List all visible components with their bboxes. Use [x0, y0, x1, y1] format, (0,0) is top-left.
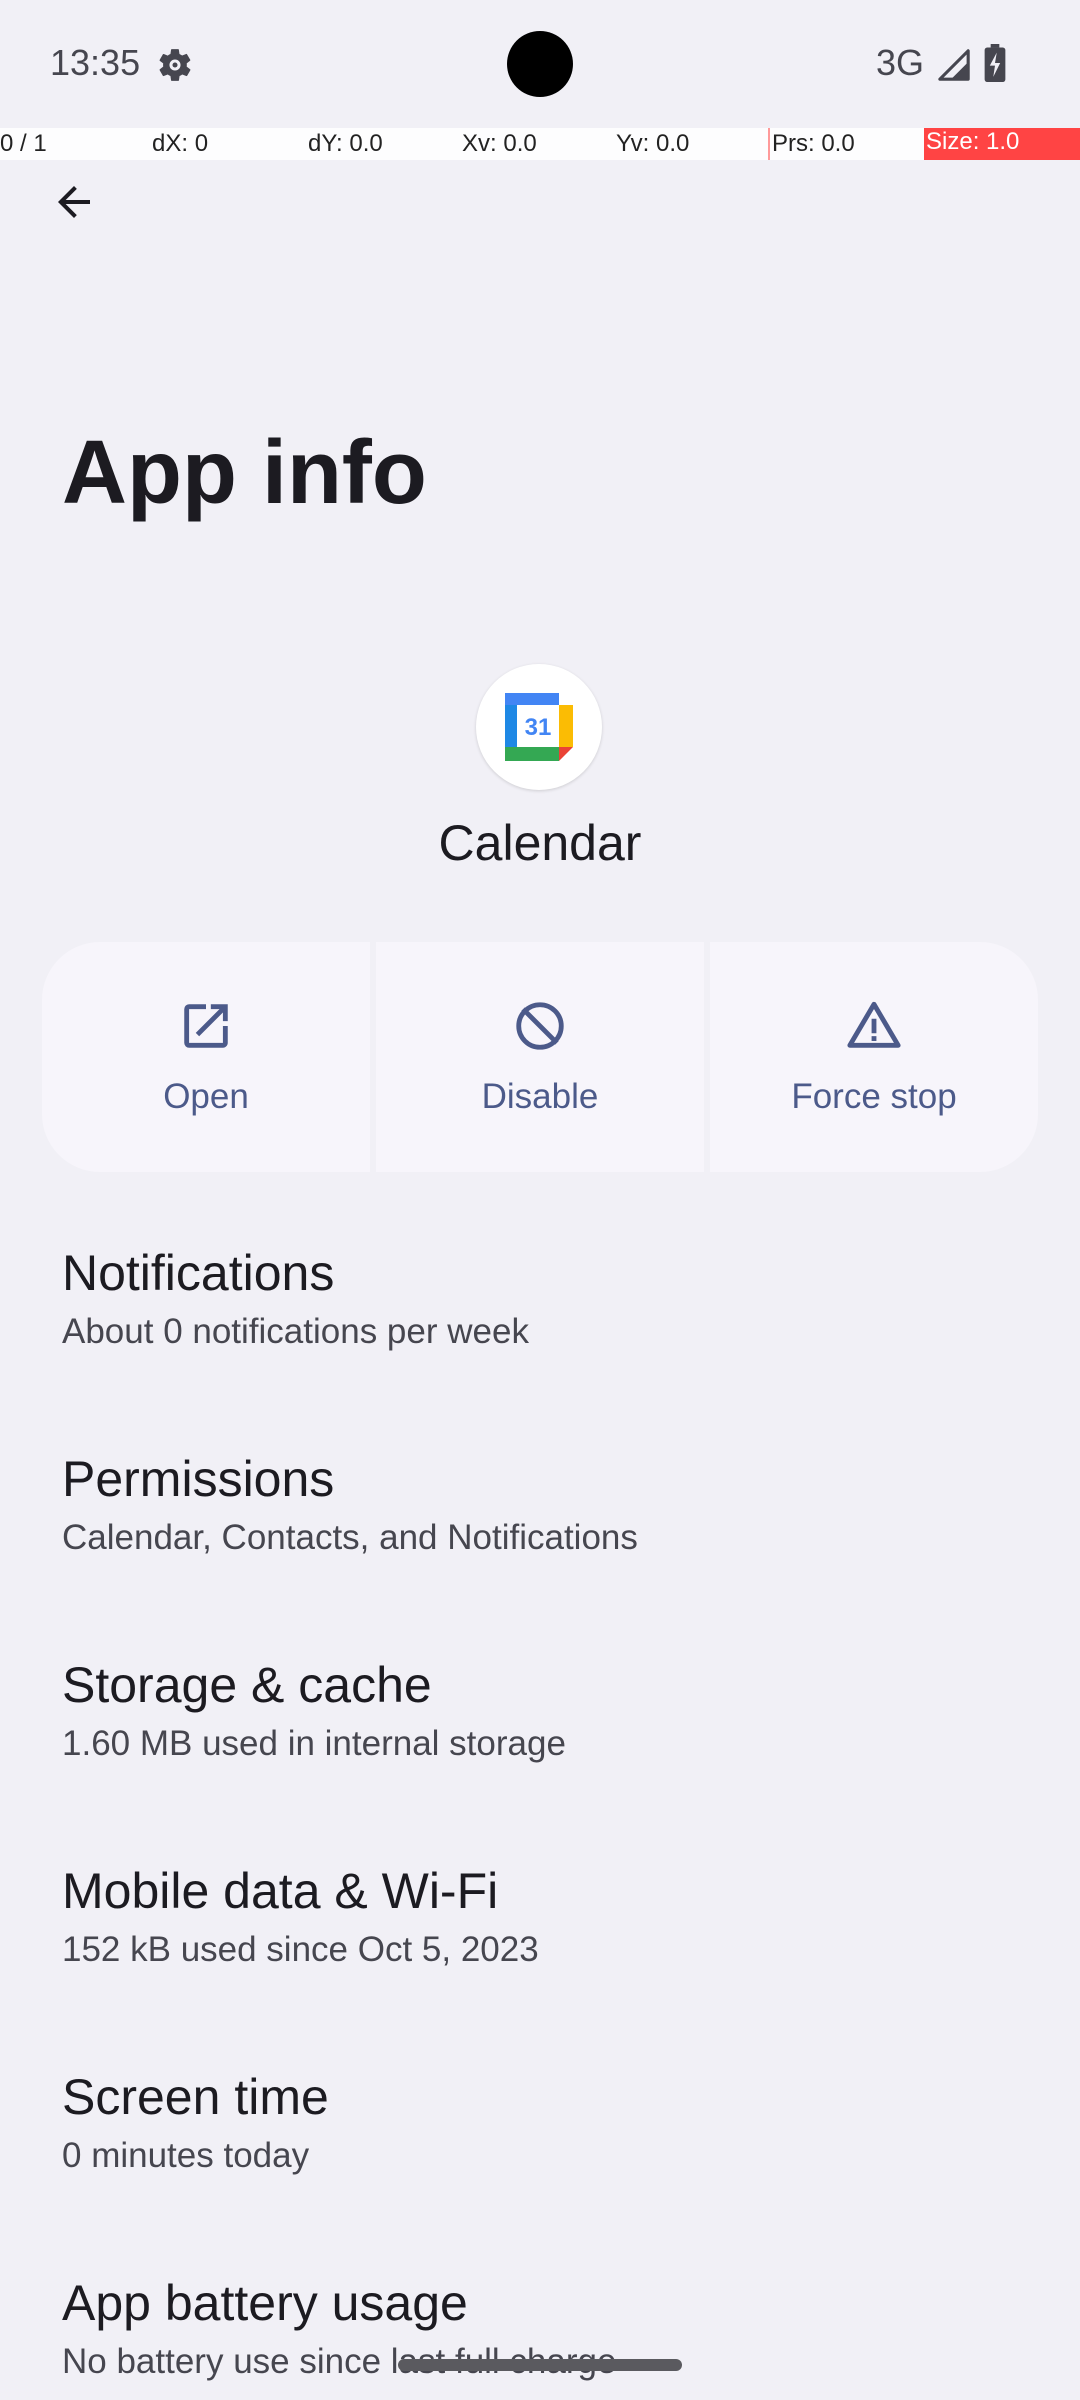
pointer-pressure: Prs: 0.0	[772, 130, 855, 157]
setting-title: App battery usage	[62, 2275, 468, 2331]
app-action-buttons: Open Disable Force stop	[42, 942, 1038, 1172]
network-type: 3G	[876, 42, 925, 83]
pointer-size-label: Size: 1.0	[926, 128, 1020, 155]
status-bar: 13:35 3G	[0, 0, 1080, 128]
setting-notifications[interactable]: Notifications About 0 notifications per …	[0, 1194, 1080, 1400]
setting-title: Permissions	[62, 1451, 335, 1507]
pointer-location-overlay: 0 / 1 dX: 0 dY: 0.0 Xv: 0.0 Yv: 0.0 Prs:…	[0, 128, 1080, 160]
setting-subtitle: Calendar, Contacts, and Notifications	[62, 1518, 638, 1557]
page-title: App info	[62, 423, 427, 523]
setting-subtitle: 152 kB used since Oct 5, 2023	[62, 1930, 539, 1969]
setting-title: Mobile data & Wi-Fi	[62, 1863, 499, 1919]
force-stop-button-label: Force stop	[791, 1077, 957, 1116]
disable-button[interactable]: Disable	[376, 942, 704, 1172]
pointer-size: Size: 1.0	[924, 128, 1080, 160]
app-name: Calendar	[438, 815, 642, 871]
arrow-back-icon	[58, 186, 90, 218]
warning-icon	[847, 1001, 901, 1048]
disable-icon	[516, 1002, 564, 1050]
open-button-label: Open	[163, 1077, 249, 1116]
setting-subtitle: 1.60 MB used in internal storage	[62, 1724, 566, 1763]
setting-title: Notifications	[62, 1245, 335, 1301]
setting-storage-cache[interactable]: Storage & cache 1.60 MB used in internal…	[0, 1606, 1080, 1812]
calendar-icon-day: 31	[525, 714, 552, 741]
pointer-dx: dX: 0	[152, 130, 209, 157]
setting-permissions[interactable]: Permissions Calendar, Contacts, and Noti…	[0, 1400, 1080, 1606]
battery-charging-icon	[984, 44, 1006, 82]
cell-signal-icon	[938, 49, 970, 81]
setting-subtitle: About 0 notifications per week	[62, 1312, 529, 1351]
calendar-app-icon: 31	[505, 693, 573, 761]
setting-subtitle: 0 minutes today	[62, 2136, 310, 2175]
setting-app-battery-usage[interactable]: App battery usage No battery use since l…	[0, 2224, 1080, 2400]
back-button[interactable]	[24, 152, 124, 252]
settings-gear-icon	[159, 49, 191, 81]
gesture-navigation-handle[interactable]	[398, 2359, 682, 2371]
setting-title: Storage & cache	[62, 1657, 432, 1713]
camera-cutout	[507, 31, 573, 97]
setting-title: Screen time	[62, 2069, 329, 2125]
disable-button-label: Disable	[481, 1077, 599, 1116]
setting-screen-time[interactable]: Screen time 0 minutes today	[0, 2018, 1080, 2224]
app-settings-list: Notifications About 0 notifications per …	[0, 1194, 1080, 2400]
pointer-xv: Xv: 0.0	[462, 130, 537, 157]
pointer-divider	[768, 128, 770, 160]
app-info-screen: 13:35 3G 0 / 1 dX: 0 dY: 0.0 Xv: 0.0 Yv:…	[0, 0, 1080, 2400]
status-time: 13:35	[50, 42, 141, 83]
open-button[interactable]: Open	[42, 942, 370, 1172]
open-external-icon	[184, 1004, 228, 1048]
pointer-yv: Yv: 0.0	[616, 130, 690, 157]
setting-mobile-data-wifi[interactable]: Mobile data & Wi-Fi 152 kB used since Oc…	[0, 1812, 1080, 2018]
pointer-dy: dY: 0.0	[308, 130, 383, 157]
app-icon: 31	[476, 664, 602, 790]
force-stop-button[interactable]: Force stop	[710, 942, 1038, 1172]
